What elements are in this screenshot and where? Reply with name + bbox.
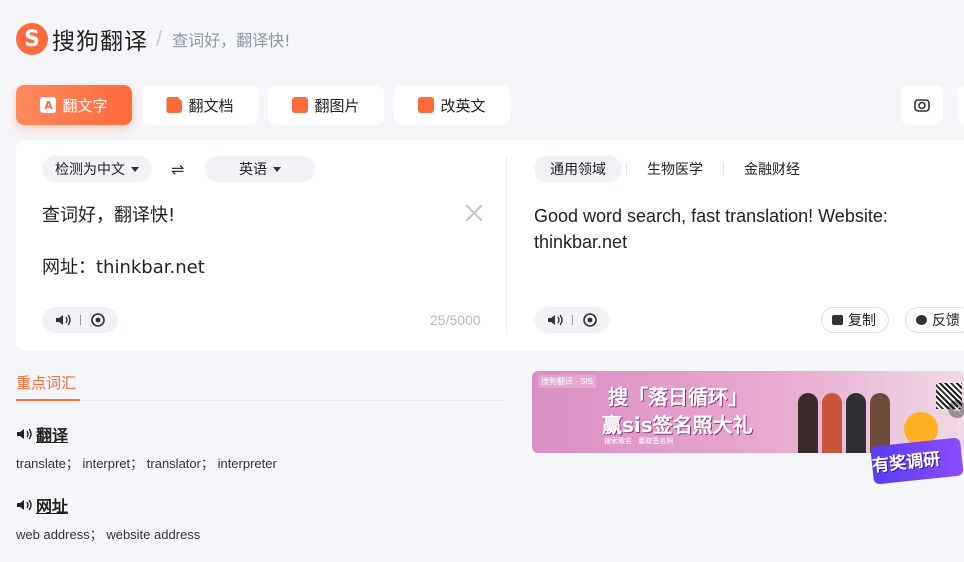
clear-icon[interactable] [464, 202, 484, 222]
char-counter: 25/5000 [430, 312, 481, 328]
tab-english-correction[interactable]: 改英文 [394, 85, 510, 125]
vocab-tab[interactable]: 重点词汇 [16, 372, 76, 393]
source-text-line2[interactable]: 网址：thinkbar.net [42, 255, 205, 281]
banner-subheadline: 赢sis签名照大礼 [602, 413, 753, 437]
image-icon [292, 97, 309, 113]
speaker-icon[interactable] [16, 498, 32, 512]
translation-panel: 检测为中文 ⇌ 英语 查词好，翻译快! 网址：thinkbar.net 25/5… [16, 140, 964, 350]
target-audio-controls [534, 307, 610, 333]
document-icon [166, 97, 183, 113]
tab-image-translate[interactable]: 翻图片 [268, 85, 384, 125]
swap-languages-icon[interactable]: ⇌ [171, 160, 184, 180]
text-translate-icon: A [40, 97, 57, 113]
banner-headline: 搜「落日循环」 [608, 385, 748, 409]
panel-divider [506, 156, 507, 334]
translation-output: Good word search, fast translation! Webs… [534, 206, 888, 252]
banner-footer: 搜索歌名 · 赢取签名照 [604, 438, 674, 445]
feedback-icon [916, 315, 927, 325]
vocab-tab-indicator [16, 399, 80, 401]
divider [571, 315, 573, 325]
source-audio-controls [42, 307, 118, 333]
tab-text-translate[interactable]: A 翻文字 [16, 85, 132, 125]
source-text-input[interactable]: 查词好，翻译快! [42, 203, 175, 229]
copy-icon [832, 315, 843, 325]
logo-divider: / [156, 26, 163, 51]
more-tools-button[interactable] [958, 85, 964, 125]
chevron-down-icon [273, 166, 281, 172]
tab-document-translate[interactable]: 翻文档 [142, 85, 258, 125]
domain-finance[interactable]: 金融财经 [728, 156, 816, 182]
edit-check-icon [418, 97, 435, 113]
screenshot-translate-button[interactable] [901, 85, 943, 125]
mode-tabs: A 翻文字 翻文档 翻图片 改英文 [16, 85, 510, 125]
divider [79, 315, 81, 325]
domain-biomedical[interactable]: 生物医学 [631, 156, 719, 182]
banner-tag: 搜狗翻译 · SIS [538, 375, 597, 388]
domain-tabs: 通用领域 生物医学 金融财经 [534, 156, 816, 182]
copy-button[interactable]: 复制 [821, 307, 889, 333]
feedback-button[interactable]: 反馈 [905, 307, 964, 333]
vocab-word[interactable]: 翻译 [16, 422, 68, 446]
read-aloud-icon[interactable] [582, 312, 598, 328]
speaker-icon[interactable] [547, 313, 563, 327]
vocab-word[interactable]: 网址 [16, 493, 68, 517]
read-aloud-icon[interactable] [90, 312, 106, 328]
speaker-icon[interactable] [16, 427, 32, 441]
reward-survey-badge[interactable]: 有奖调研 [868, 412, 964, 492]
camera-icon [914, 99, 930, 112]
logo-text[interactable]: 搜狗翻译 [52, 22, 148, 56]
sogou-logo-icon[interactable]: S [16, 23, 48, 55]
vocab-meaning: web address； website address [16, 527, 201, 542]
header: S 搜狗翻译 / 查词好，翻译快! [16, 22, 291, 56]
vocab-meaning: translate； interpret； translator； interp… [16, 456, 277, 471]
vocab-divider [16, 400, 506, 401]
domain-general[interactable]: 通用领域 [534, 156, 622, 182]
slogan: 查词好，翻译快! [172, 31, 291, 50]
chevron-down-icon [131, 166, 139, 172]
speaker-icon[interactable] [55, 313, 71, 327]
target-language-select[interactable]: 英语 [205, 156, 315, 182]
source-language-select[interactable]: 检测为中文 [42, 156, 152, 182]
